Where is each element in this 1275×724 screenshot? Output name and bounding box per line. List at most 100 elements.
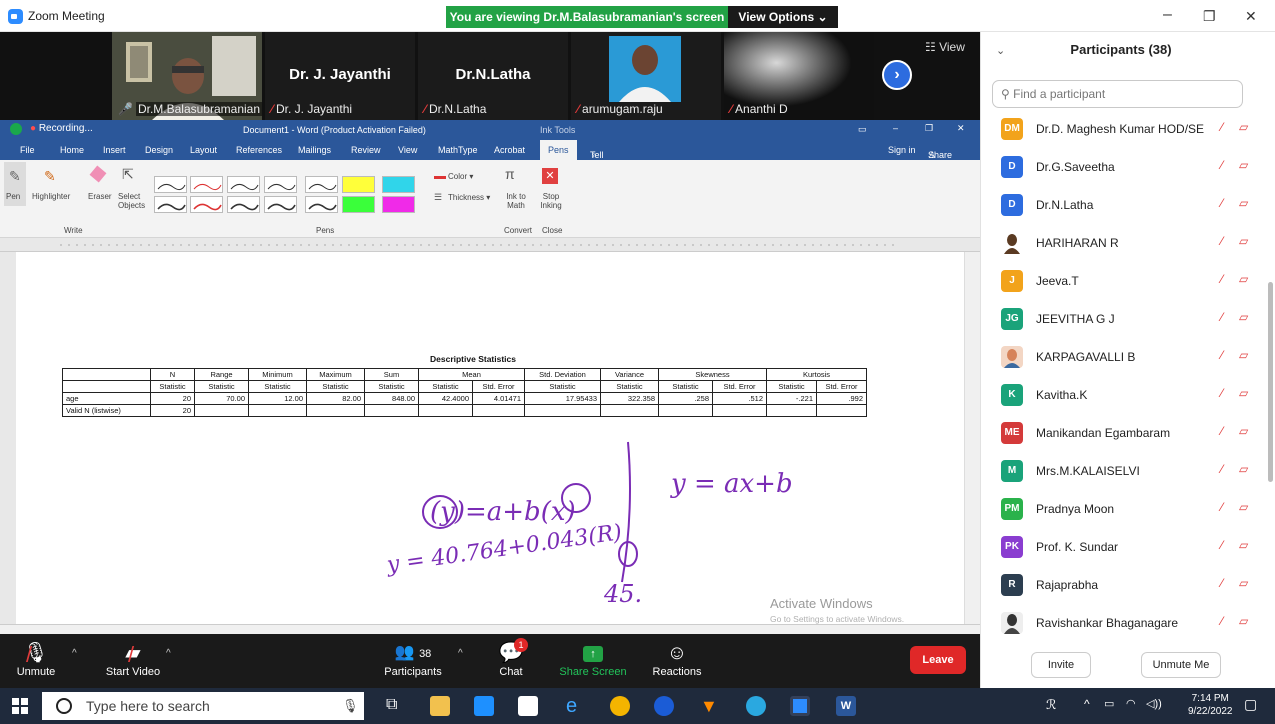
reactions-button[interactable]: ☺ Reactions [650,640,704,678]
highlighter-swatch[interactable] [382,176,415,193]
audio-options-chevron-icon[interactable]: ^ [72,648,77,659]
microphone-icon[interactable]: 🎙 [342,698,359,714]
pen-swatch[interactable] [264,196,297,213]
participant-row[interactable]: Ravishankar Bhaganagare ⁄ ▱ [981,604,1263,642]
pen-swatch[interactable] [227,196,260,213]
file-explorer-icon[interactable] [430,696,450,716]
video-tile[interactable]: ⁄ arumugam.raju [571,32,721,120]
pen-tool-button[interactable]: ✎ Pen [4,162,26,206]
store-icon[interactable] [518,696,538,716]
video-tile[interactable]: Dr.N.Latha ⁄ Dr.N.Latha [418,32,568,120]
notifications-icon[interactable]: ▢ [1244,696,1257,713]
pen-swatch[interactable] [305,196,338,213]
participant-row[interactable]: J Jeeva.T ⁄ ▱ [981,262,1263,300]
tab-acrobat[interactable]: Acrobat [494,145,525,155]
panel-scrollbar[interactable] [1268,282,1273,482]
vlc-icon[interactable]: ▼ [700,696,720,716]
participants-button[interactable]: 👥 38 Participants [380,640,446,678]
word-minimize-icon[interactable]: – [893,123,898,133]
tab-pens[interactable]: Pens [540,140,577,160]
participant-row[interactable]: D Dr.G.Saveetha ⁄ ▱ [981,148,1263,186]
maximize-button[interactable]: ❐ [1203,8,1216,25]
chat-button[interactable]: 💬 1 Chat [494,638,528,678]
tab-layout[interactable]: Layout [190,145,217,155]
zoom-taskbar-icon[interactable] [790,696,810,716]
participant-row[interactable]: M Mrs.M.KALAISELVI ⁄ ▱ [981,452,1263,490]
tab-mailings[interactable]: Mailings [298,145,331,155]
windows-start-button[interactable] [12,698,28,714]
ribbon-display-icon[interactable]: ▭ [858,124,867,135]
stop-inking-button[interactable]: ✕ Stop Inking [536,162,566,222]
participant-row[interactable]: JG JEEVITHA G J ⁄ ▱ [981,300,1263,338]
system-clock[interactable]: 7:14 PM 9/22/2022 [1188,692,1233,718]
task-view-icon[interactable]: ⧉ [386,696,406,716]
participant-row[interactable]: ME Manikandan Egambaram ⁄ ▱ [981,414,1263,452]
participant-search-input[interactable]: ⚲ Find a participant [992,80,1243,108]
word-close-icon[interactable]: ✕ [957,123,965,134]
highlighter-swatch[interactable] [382,196,415,213]
pen-swatch[interactable] [154,196,187,213]
invite-button[interactable]: Invite [1031,652,1091,678]
browser-icon[interactable] [746,696,766,716]
tab-references[interactable]: References [236,145,282,155]
chrome-icon[interactable] [610,696,630,716]
highlighter-tool-button[interactable]: ✎ Highlighter [30,162,72,206]
select-objects-button[interactable]: ⇱ Select Objects [116,162,146,216]
eraser-tool-button[interactable]: Eraser [86,162,114,206]
view-layout-button[interactable]: ☷ View [925,40,965,54]
pen-swatch[interactable] [190,176,223,193]
pen-swatch[interactable] [154,176,187,193]
ink-to-math-button[interactable]: π Ink to Math [501,162,529,222]
taskbar-search-box[interactable]: Type here to search 🎙 [42,692,364,720]
sign-in-link[interactable]: Sign in [888,145,916,155]
leave-button[interactable]: Leave [910,646,966,674]
participants-chevron-icon[interactable]: ^ [458,648,463,659]
tab-home[interactable]: Home [60,145,84,155]
minimize-button[interactable]: – [1163,6,1172,24]
word-restore-icon[interactable]: ❐ [925,123,933,134]
participant-row[interactable]: KARPAGAVALLI B ⁄ ▱ [981,338,1263,376]
thickness-button[interactable]: Thickness ▾ [448,193,490,202]
next-page-button[interactable]: › [882,60,912,90]
horizontal-scrollbar[interactable] [0,624,980,634]
wifi-icon[interactable]: ◠ [1126,697,1136,710]
tab-view[interactable]: View [398,145,417,155]
pen-swatch[interactable] [305,176,338,193]
video-options-chevron-icon[interactable]: ^ [166,648,171,659]
battery-icon[interactable]: ▭ [1104,697,1114,710]
participant-row[interactable]: PK Prof. K. Sundar ⁄ ▱ [981,528,1263,566]
pen-swatch[interactable] [264,176,297,193]
participant-row[interactable]: D Dr.N.Latha ⁄ ▱ [981,186,1263,224]
tray-chevron-icon[interactable]: ^ [1084,697,1090,711]
pen-swatch[interactable] [227,176,260,193]
people-icon[interactable]: ℛ [1046,697,1056,713]
mail-icon[interactable] [474,696,494,716]
tab-review[interactable]: Review [351,145,381,155]
view-options-button[interactable]: View Options ⌄ [728,6,838,28]
tab-mathtype[interactable]: MathType [438,145,478,155]
video-tile[interactable]: 🎤 Dr.M.Balasubramanian [112,32,263,120]
vertical-scrollbar[interactable] [964,252,980,624]
tab-insert[interactable]: Insert [103,145,126,155]
tab-file[interactable]: File [20,145,35,155]
start-video-button[interactable]: ▰ / Start Video [102,640,164,678]
video-tile[interactable]: Dr. J. Jayanthi ⁄ Dr. J. Jayanthi [265,32,415,120]
pen-swatch[interactable] [190,196,223,213]
edge-icon[interactable]: e [566,696,586,716]
volume-icon[interactable]: ◁)) [1146,697,1162,710]
app-icon[interactable] [654,696,674,716]
color-button[interactable]: Color ▾ [448,172,473,181]
close-window-button[interactable]: ✕ [1245,8,1257,25]
unmute-me-button[interactable]: Unmute Me [1141,652,1221,678]
share-screen-button[interactable]: ↑ Share Screen [558,640,628,678]
participant-row[interactable]: R Rajaprabha ⁄ ▱ [981,566,1263,604]
unmute-button[interactable]: 🎙 / Unmute [14,640,58,678]
word-taskbar-icon[interactable]: W [836,696,856,716]
tab-design[interactable]: Design [145,145,173,155]
participant-row[interactable]: HARIHARAN R ⁄ ▱ [981,224,1263,262]
participant-row[interactable]: PM Pradnya Moon ⁄ ▱ [981,490,1263,528]
video-tile[interactable]: ⁄ Ananthi D [724,32,874,120]
participant-row[interactable]: K Kavitha.K ⁄ ▱ [981,376,1263,414]
participant-row[interactable]: DM Dr.D. Maghesh Kumar HOD/SE ⁄ ▱ [981,110,1263,148]
highlighter-swatch[interactable] [342,196,375,213]
